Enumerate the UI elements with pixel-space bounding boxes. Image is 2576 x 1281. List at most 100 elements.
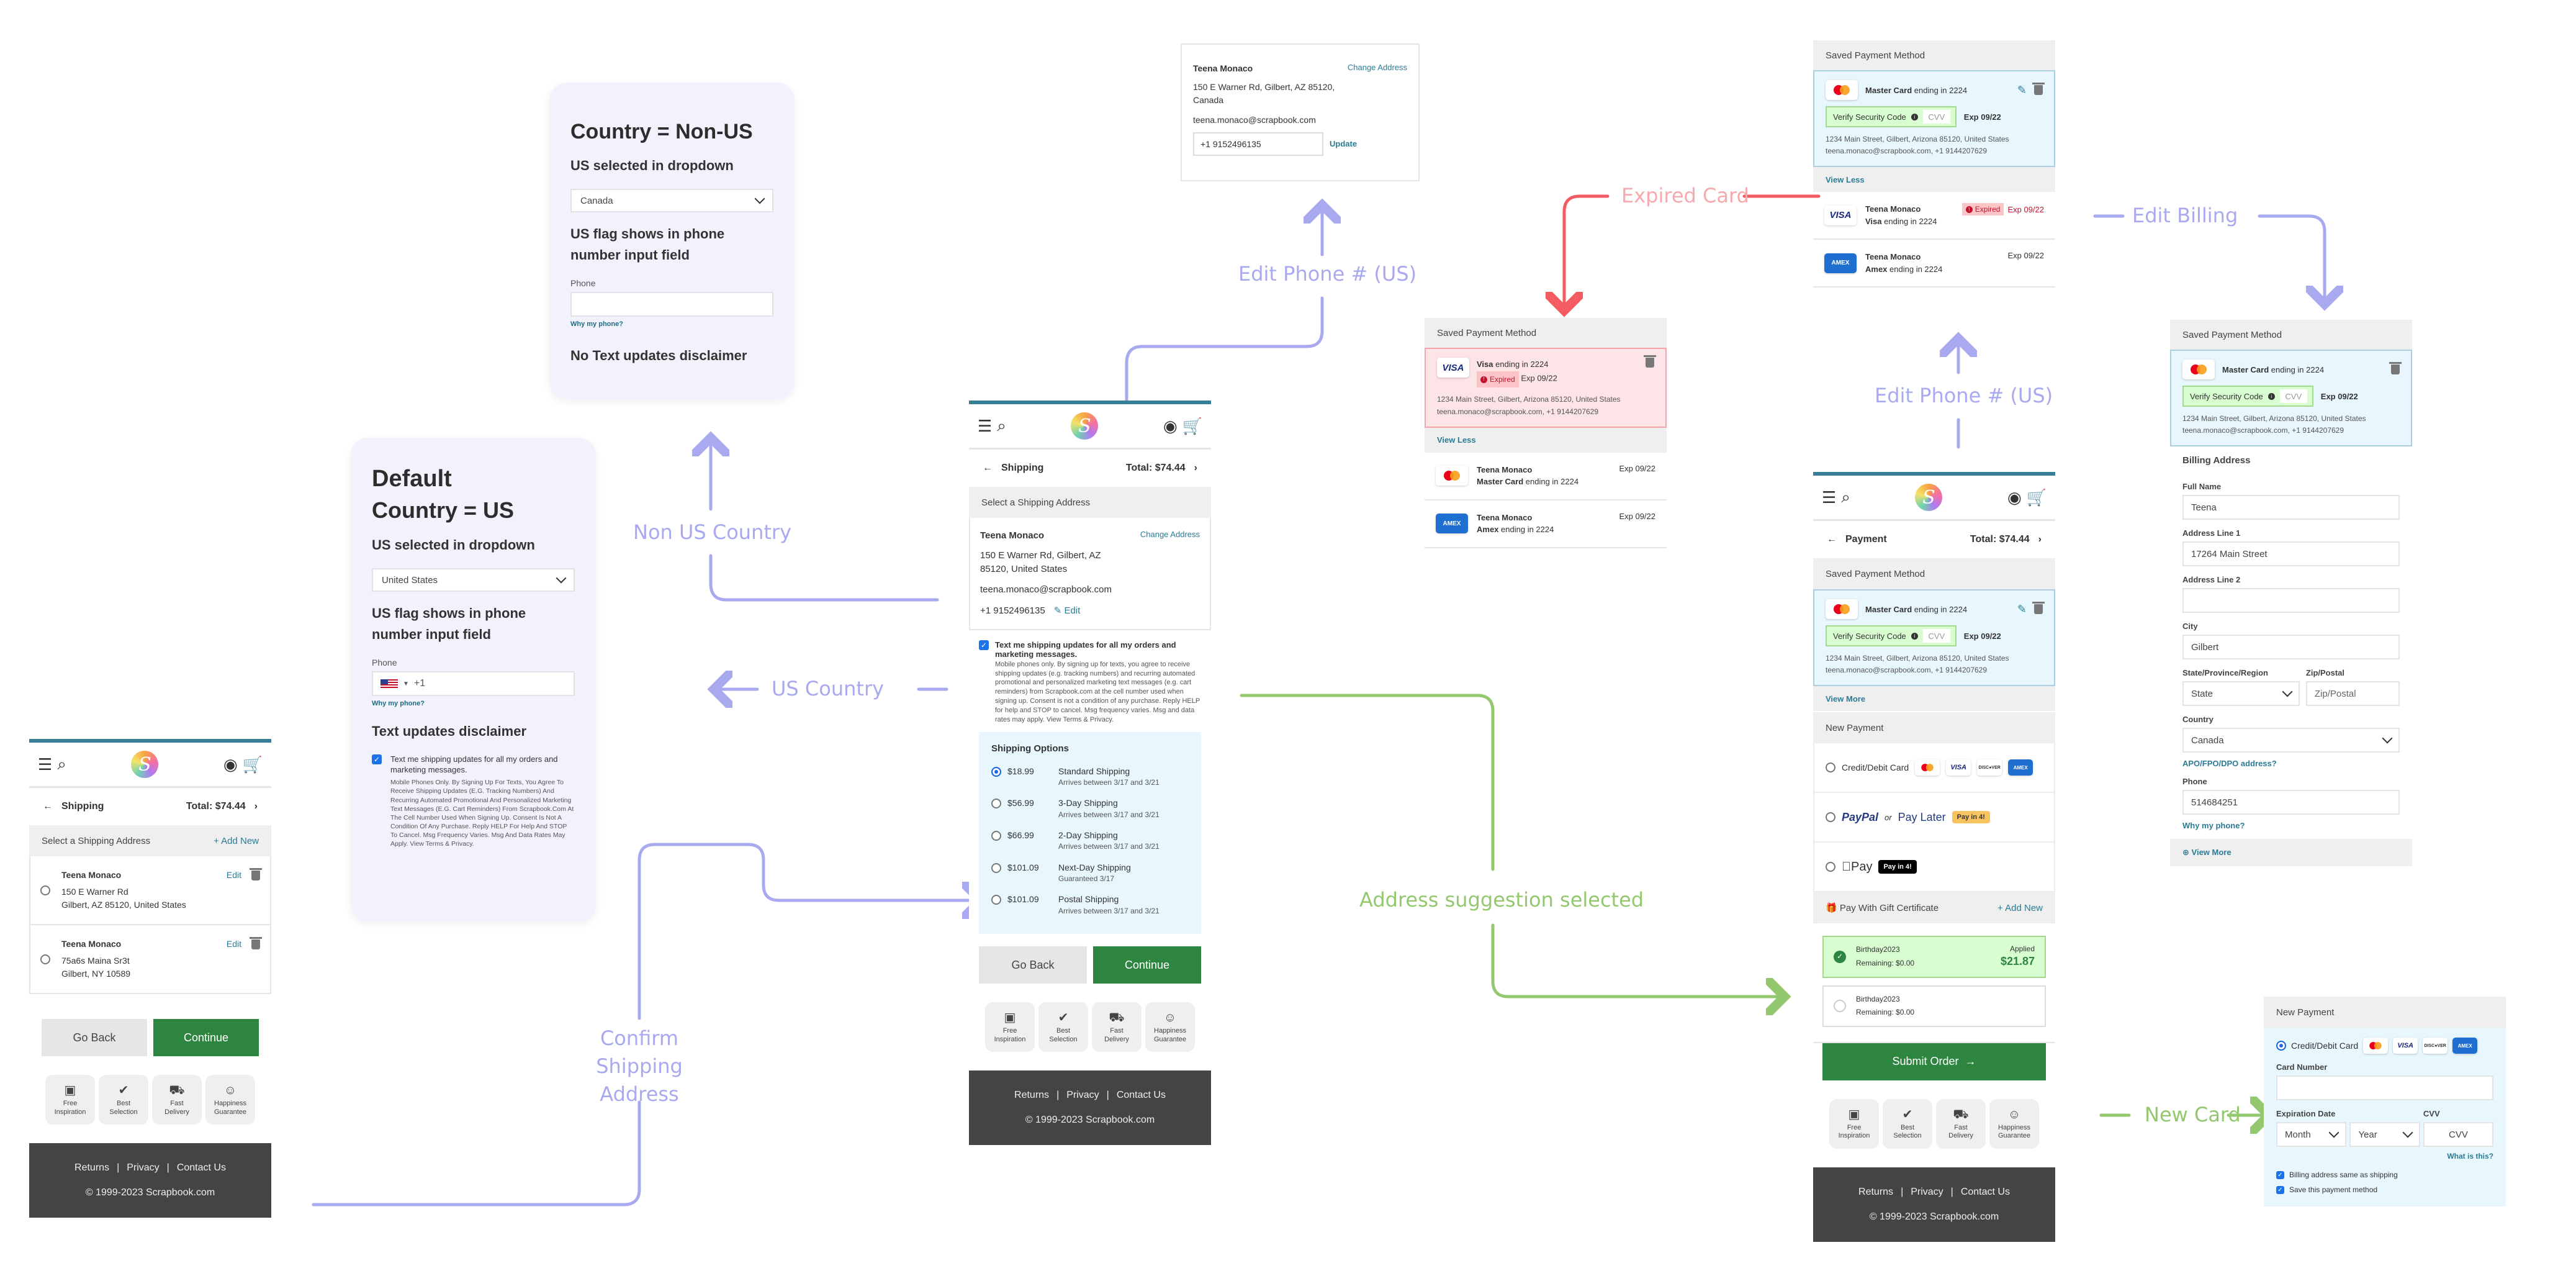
country-select[interactable]: Canada — [570, 189, 773, 213]
continue-button[interactable]: Continue — [153, 1019, 259, 1056]
edit-icon[interactable]: ✎ — [2017, 603, 2027, 616]
paypal-option[interactable]: PayPal or Pay Later Pay in 4! — [1814, 793, 2054, 843]
selected-card[interactable]: Master Card ending in 2224 ✎ Verify Secu… — [1813, 589, 2055, 687]
phone-input[interactable] — [570, 292, 773, 317]
account-icon[interactable]: ◉ — [1163, 417, 1178, 436]
edit-address-link[interactable]: Edit — [227, 938, 241, 951]
address-radio[interactable] — [40, 885, 50, 895]
selected-expired-card[interactable]: VISA Visa ending in 2224 ! Expired Exp 09… — [1425, 348, 1667, 428]
footer-link[interactable]: Privacy — [1911, 1187, 1943, 1198]
address1-input[interactable]: 17264 Main Street — [2182, 541, 2400, 567]
what-is-this-link[interactable]: What is this? — [2276, 1152, 2493, 1161]
cart-icon[interactable]: 🛒 — [243, 755, 263, 774]
country-select[interactable]: United States — [372, 568, 575, 592]
trash-icon[interactable] — [250, 936, 262, 949]
gift-certificate-row[interactable]: ✓ Birthday2023 Remaining: $0.00 Applied $21.… — [1822, 936, 2046, 978]
us-flag-icon[interactable] — [381, 679, 398, 689]
submit-order-button[interactable]: Submit Order → — [1822, 1043, 2046, 1080]
credit-card-option[interactable]: Credit/Debit Card VISA DISC●VER AMEX — [1814, 743, 2054, 794]
state-select[interactable]: State — [2182, 681, 2300, 707]
address-row[interactable]: Teena Monaco Edit 150 E Warner Rd Gilbert, … — [30, 856, 270, 924]
continue-button[interactable]: Continue — [1093, 946, 1201, 984]
menu-icon[interactable]: ☰ — [978, 417, 992, 436]
update-phone-button[interactable]: Update — [1330, 138, 1357, 150]
go-back-button[interactable]: Go Back — [42, 1019, 147, 1056]
credit-card-radio[interactable] — [2276, 1041, 2286, 1051]
full-name-input[interactable]: Teena — [2182, 495, 2400, 520]
edit-address-link[interactable]: Edit — [227, 869, 241, 882]
shipping-option[interactable]: $18.99 Standard Shipping Arrives between 3… — [991, 765, 1189, 789]
logo[interactable]: S — [1915, 484, 1943, 511]
selected-card[interactable]: Master Card ending in 2224 ✎ Verify Secu… — [1813, 70, 2055, 168]
apple-pay-radio[interactable] — [1826, 862, 1835, 872]
cvv-input[interactable]: CVV — [2423, 1122, 2493, 1147]
trash-icon[interactable] — [1644, 355, 1656, 368]
phone-input[interactable]: 514684251 — [2182, 790, 2400, 815]
view-more-link[interactable]: ⊕ View More — [2182, 848, 2231, 858]
search-icon[interactable]: ⌕ — [57, 754, 66, 774]
view-less-link[interactable]: View Less — [1826, 175, 1865, 184]
month-select[interactable]: Month — [2276, 1122, 2347, 1147]
sms-checkbox[interactable]: ✓ — [372, 754, 382, 765]
logo[interactable]: S — [131, 751, 159, 778]
city-input[interactable]: Gilbert — [2182, 635, 2400, 660]
change-address-link[interactable]: Change Address — [1140, 529, 1200, 543]
back-arrow-icon[interactable]: ← — [1827, 534, 1837, 545]
caret-down-icon[interactable]: ▼ — [403, 681, 409, 687]
info-icon[interactable]: i — [1911, 632, 1918, 640]
shipping-option-radio[interactable] — [991, 862, 1001, 873]
trash-icon[interactable] — [2032, 602, 2045, 614]
apo-link[interactable]: APO/FPO/DPO address? — [2182, 759, 2400, 768]
shipping-option-radio[interactable] — [991, 831, 1001, 841]
cvv-input[interactable]: CVV — [1922, 629, 1950, 643]
search-icon[interactable]: ⌕ — [1841, 487, 1850, 507]
shipping-option-radio[interactable] — [991, 895, 1001, 905]
view-less-link[interactable]: View Less — [1437, 435, 1476, 445]
menu-icon[interactable]: ☰ — [1822, 488, 1836, 507]
back-arrow-icon[interactable]: ← — [43, 801, 53, 812]
saved-card-row[interactable]: AMEX Teena Monaco Amex ending in 2224 Exp 0… — [1425, 500, 1667, 548]
address-row[interactable]: Teena Monaco Edit 75a6s Maina Sr3t Gilbert,… — [30, 924, 270, 993]
phone-input[interactable]: ▼ +1 — [372, 671, 575, 697]
card-number-input[interactable] — [2276, 1075, 2493, 1100]
selected-card[interactable]: Master Card ending in 2224 Verify Securi… — [2170, 350, 2412, 447]
footer-link[interactable]: Contact Us — [1961, 1187, 2010, 1198]
logo[interactable]: S — [1071, 412, 1099, 440]
footer-link[interactable]: Contact Us — [1117, 1090, 1166, 1101]
cart-icon[interactable]: 🛒 — [2027, 488, 2047, 507]
footer-link[interactable]: Contact Us — [177, 1162, 226, 1174]
chevron-right-icon[interactable]: › — [2038, 534, 2042, 545]
why-phone-link[interactable]: Why my phone? — [2182, 821, 2400, 830]
shipping-option[interactable]: $56.99 3-Day Shipping Arrives between 3/17… — [991, 797, 1189, 820]
address-radio[interactable] — [40, 954, 50, 964]
shipping-option[interactable]: $101.09 Postal Shipping Arrives between 3/… — [991, 893, 1189, 917]
credit-card-radio[interactable] — [1826, 763, 1835, 773]
go-back-button[interactable]: Go Back — [979, 946, 1087, 984]
cvv-input[interactable]: CVV — [1922, 110, 1950, 124]
apple-pay-option[interactable]: Pay Pay in 4! — [1814, 843, 2054, 891]
cart-icon[interactable]: 🛒 — [1182, 417, 1202, 436]
account-icon[interactable]: ◉ — [2007, 488, 2022, 507]
menu-icon[interactable]: ☰ — [38, 755, 52, 774]
footer-link[interactable]: Privacy — [1066, 1090, 1099, 1101]
change-address-link[interactable]: Change Address — [1348, 62, 1407, 75]
shipping-option-radio[interactable] — [991, 799, 1001, 809]
footer-link[interactable]: Returns — [74, 1162, 109, 1174]
save-method-checkbox[interactable]: ✓ — [2276, 1185, 2284, 1194]
shipping-option[interactable]: $66.99 2-Day Shipping Arrives between 3/17… — [991, 829, 1189, 853]
cvv-input[interactable]: CVV — [2279, 389, 2307, 403]
add-gift-link[interactable]: + Add New — [1997, 903, 2043, 913]
edit-icon[interactable]: ✎ — [2017, 84, 2027, 97]
country-select[interactable]: Canada — [2182, 728, 2400, 753]
trash-icon[interactable] — [2032, 83, 2045, 95]
shipping-option[interactable]: $101.09 Next-Day Shipping Guaranteed 3/17 — [991, 861, 1189, 885]
chevron-right-icon[interactable]: › — [254, 801, 258, 812]
account-icon[interactable]: ◉ — [223, 755, 238, 774]
saved-card-row[interactable]: Teena Monaco Master Card ending in 2224 Ex… — [1425, 453, 1667, 500]
billing-same-checkbox[interactable]: ✓ — [2276, 1170, 2284, 1179]
gift-certificate-row[interactable]: Birthday2023 Remaining: $0.00 — [1822, 985, 2046, 1027]
trash-icon[interactable] — [250, 867, 262, 880]
gift-radio[interactable] — [1834, 1000, 1846, 1013]
paypal-radio[interactable] — [1826, 812, 1835, 823]
footer-link[interactable]: Returns — [1014, 1090, 1049, 1101]
